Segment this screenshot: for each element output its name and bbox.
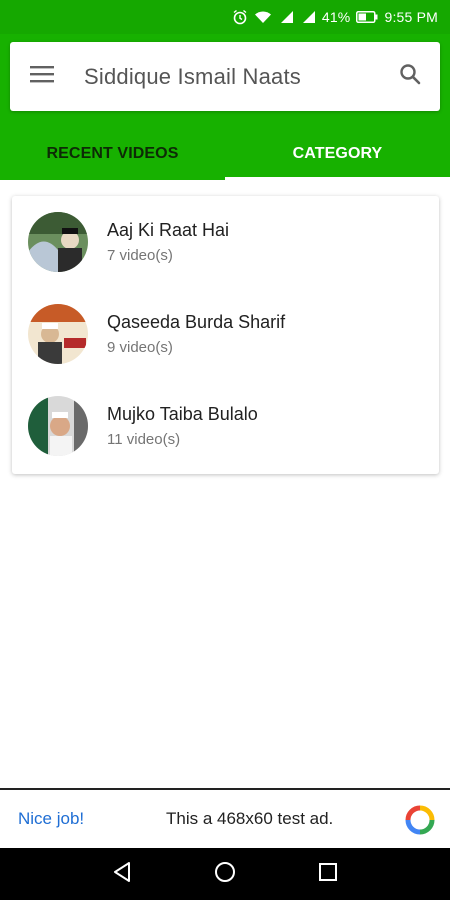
signal-icon xyxy=(278,10,294,24)
search-icon xyxy=(399,63,421,90)
recents-button[interactable] xyxy=(308,854,348,894)
back-button[interactable] xyxy=(102,854,142,894)
home-icon xyxy=(214,861,236,888)
ad-logo-icon xyxy=(405,805,435,840)
video-count: 9 video(s) xyxy=(107,339,173,356)
recents-icon xyxy=(318,862,338,887)
tab-category[interactable]: CATEGORY xyxy=(225,128,450,180)
clock-time: 9:55 PM xyxy=(384,9,438,25)
status-bar: 41% 9:55 PM xyxy=(0,0,450,34)
tab-bar: RECENT VIDEOS CATEGORY xyxy=(0,128,450,180)
alarm-icon xyxy=(232,9,248,25)
category-title: Aaj Ki Raat Hai xyxy=(107,220,230,240)
search-button[interactable] xyxy=(380,42,440,111)
video-count: 7 video(s) xyxy=(107,247,173,264)
search-bar: Siddique Ismail Naats xyxy=(10,42,440,111)
ad-banner[interactable]: Nice job! This a 468x60 test ad. xyxy=(0,788,450,848)
list-item[interactable]: Qaseeda Burda Sharif 9 video(s) xyxy=(12,288,439,380)
category-list: Aaj Ki Raat Hai 7 video(s) Qaseeda Burda… xyxy=(12,196,439,474)
category-title: Qaseeda Burda Sharif xyxy=(107,312,286,332)
app-title: Siddique Ismail Naats xyxy=(84,63,301,89)
battery-icon xyxy=(356,11,378,23)
back-icon xyxy=(112,861,132,888)
tab-recent-videos[interactable]: RECENT VIDEOS xyxy=(0,128,225,180)
category-title: Mujko Taiba Bulalo xyxy=(107,404,258,424)
list-item[interactable]: Mujko Taiba Bulalo 11 video(s) xyxy=(12,380,439,472)
menu-button[interactable] xyxy=(10,42,74,111)
signal-icon xyxy=(300,10,316,24)
category-thumbnail xyxy=(28,396,88,456)
hamburger-menu-icon xyxy=(30,65,54,88)
category-thumbnail xyxy=(28,304,88,364)
wifi-icon xyxy=(254,10,272,24)
category-thumbnail xyxy=(28,212,88,272)
video-count: 11 video(s) xyxy=(107,431,181,448)
list-item[interactable]: Aaj Ki Raat Hai 7 video(s) xyxy=(12,196,439,288)
navigation-bar xyxy=(0,848,450,900)
battery-percent: 41% xyxy=(321,9,351,25)
home-button[interactable] xyxy=(205,854,245,894)
app-header: Siddique Ismail Naats RECENT VIDEOS CATE… xyxy=(0,34,450,180)
ad-label: Nice job! xyxy=(18,809,85,828)
ad-text: This a 468x60 test ad. xyxy=(166,809,334,828)
